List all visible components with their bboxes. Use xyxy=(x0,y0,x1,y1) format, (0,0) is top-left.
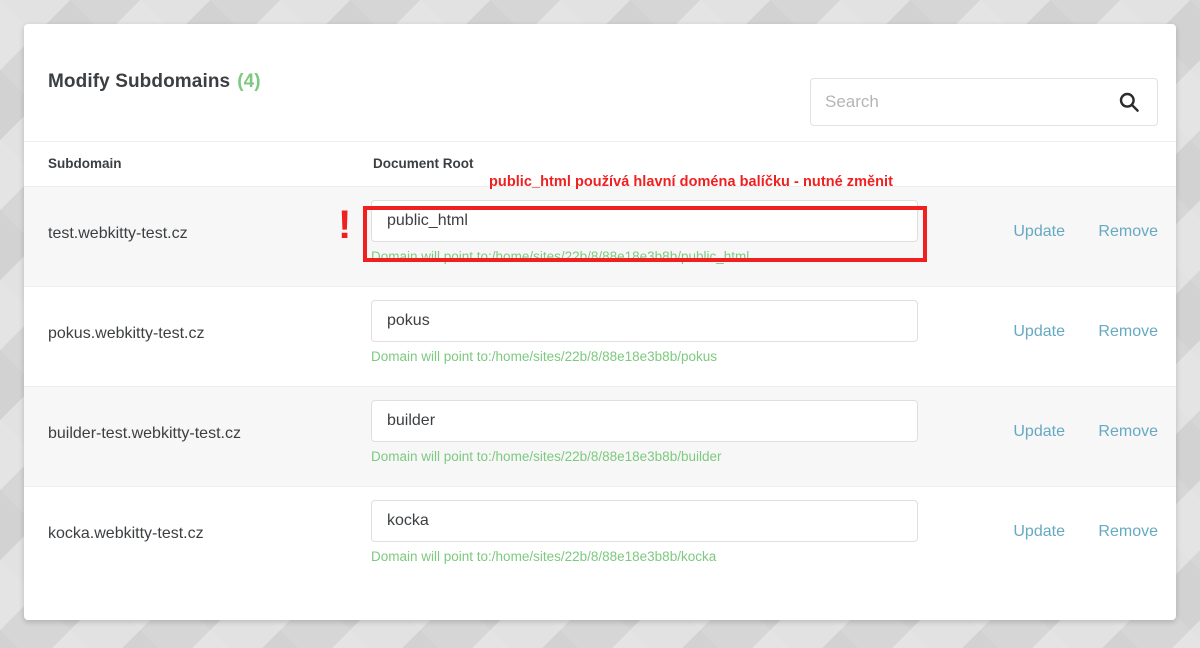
table-row: pokus.webkitty-test.cz Domain will point… xyxy=(24,287,1176,387)
remove-link[interactable]: Remove xyxy=(1098,223,1158,240)
column-header-subdomain: Subdomain xyxy=(48,156,122,171)
subdomain-label: builder-test.webkitty-test.cz xyxy=(48,425,241,442)
update-link[interactable]: Update xyxy=(1013,423,1065,440)
document-root-input[interactable] xyxy=(371,300,918,342)
annotation-note: public_html používá hlavní doména balíčk… xyxy=(489,174,894,190)
table-row: kocka.webkitty-test.cz Domain will point… xyxy=(24,487,1176,587)
subdomain-label: pokus.webkitty-test.cz xyxy=(48,325,205,342)
document-root-cell: Domain will point to:/home/sites/22b/8/8… xyxy=(371,187,918,264)
subdomains-table: Subdomain Document Root test.webkitty-te… xyxy=(24,141,1176,587)
subdomain-label: test.webkitty-test.cz xyxy=(48,225,188,242)
column-header-document-root: Document Root xyxy=(373,156,474,171)
page-root: Modify Subdomains (4) Subdomain Document … xyxy=(0,0,1200,648)
warning-exclamation-icon: ! xyxy=(338,203,352,247)
remove-link[interactable]: Remove xyxy=(1098,423,1158,440)
remove-link[interactable]: Remove xyxy=(1098,323,1158,340)
row-actions: Update Remove xyxy=(1013,223,1158,241)
document-root-input[interactable] xyxy=(371,500,918,542)
document-root-hint: Domain will point to:/home/sites/22b/8/8… xyxy=(371,349,717,364)
document-root-cell: Domain will point to:/home/sites/22b/8/8… xyxy=(371,387,918,464)
document-root-input[interactable] xyxy=(371,200,918,242)
page-title-text: Modify Subdomains xyxy=(48,71,231,92)
search-box[interactable] xyxy=(810,78,1158,126)
row-actions: Update Remove xyxy=(1013,323,1158,341)
modify-subdomains-card: Modify Subdomains (4) Subdomain Document … xyxy=(24,24,1176,620)
page-title: Modify Subdomains (4) xyxy=(48,71,261,93)
document-root-hint: Domain will point to:/home/sites/22b/8/8… xyxy=(371,449,722,464)
search-input[interactable] xyxy=(811,79,1111,125)
document-root-cell: Domain will point to:/home/sites/22b/8/8… xyxy=(371,287,918,364)
update-link[interactable]: Update xyxy=(1013,523,1065,540)
remove-link[interactable]: Remove xyxy=(1098,523,1158,540)
subdomain-label: kocka.webkitty-test.cz xyxy=(48,525,204,542)
document-root-hint: Domain will point to:/home/sites/22b/8/8… xyxy=(371,249,750,264)
update-link[interactable]: Update xyxy=(1013,223,1065,240)
document-root-input[interactable] xyxy=(371,400,918,442)
subdomain-count: (4) xyxy=(237,71,261,92)
update-link[interactable]: Update xyxy=(1013,323,1065,340)
document-root-cell: Domain will point to:/home/sites/22b/8/8… xyxy=(371,487,918,564)
table-row: test.webkitty-test.cz Domain will point … xyxy=(24,187,1176,287)
row-actions: Update Remove xyxy=(1013,423,1158,441)
document-root-hint: Domain will point to:/home/sites/22b/8/8… xyxy=(371,549,717,564)
card-header: Modify Subdomains (4) xyxy=(24,24,1176,141)
row-actions: Update Remove xyxy=(1013,523,1158,541)
table-row: builder-test.webkitty-test.cz Domain wil… xyxy=(24,387,1176,487)
search-icon[interactable] xyxy=(1118,91,1140,113)
